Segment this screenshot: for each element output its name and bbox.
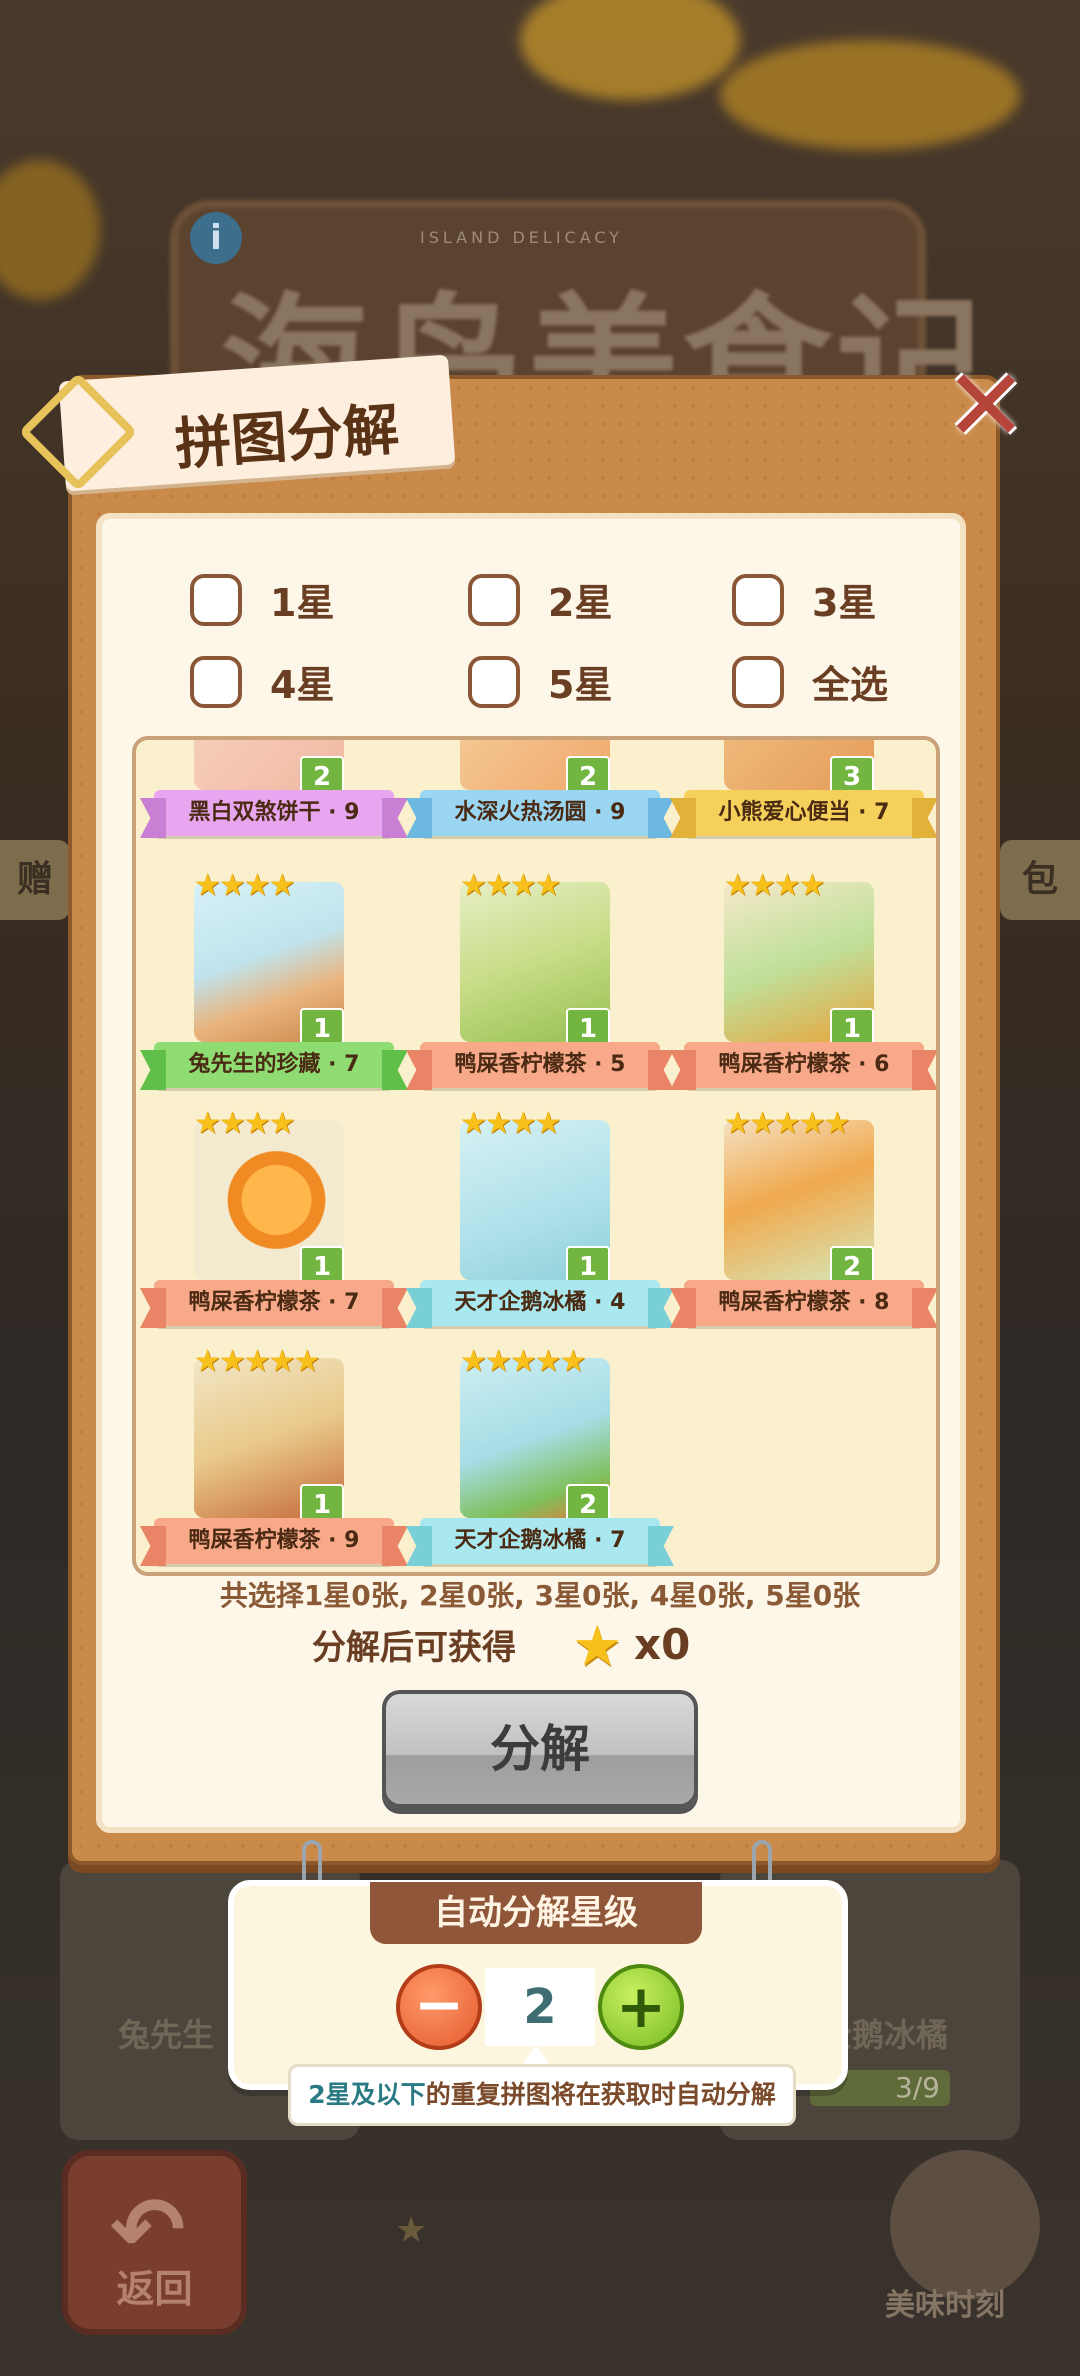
star-rating: ★★★★★ [194, 1344, 320, 1379]
tip-highlight: 2星及以下 [308, 2080, 426, 2109]
card-name-ribbon: 水深火热汤圆 · 9 [420, 790, 660, 836]
card-name-ribbon: 兔先生的珍藏 · 7 [154, 1042, 394, 1088]
filter-label: 1星 [270, 581, 335, 625]
close-icon[interactable]: ✕ [944, 356, 1028, 456]
back-button[interactable]: ↶ 返回 [62, 2150, 247, 2335]
filter-3-star[interactable]: 3星 [732, 572, 876, 627]
filter-select-all[interactable]: 全选 [732, 654, 888, 709]
card-name-ribbon: 黑白双煞饼干 · 9 [154, 790, 394, 836]
puzzle-card[interactable]: 3 小熊爱心便当 · 7 [676, 740, 932, 840]
checkbox[interactable] [190, 655, 242, 708]
card-name-ribbon: 鸭屎香柠檬茶 · 5 [420, 1042, 660, 1088]
star-icon: ★ [572, 1614, 623, 1679]
card-name-ribbon: 天才企鹅冰橘 · 7 [420, 1518, 660, 1564]
card-name-ribbon: 小熊爱心便当 · 7 [684, 790, 924, 836]
pack-tab[interactable]: 包 [1000, 840, 1080, 920]
checkbox[interactable] [732, 655, 784, 708]
puzzle-card[interactable]: ★★★★ 1 鸭屎香柠檬茶 · 5 [412, 862, 668, 1092]
puzzle-card[interactable]: ★★★★★ 1 鸭屎香柠檬茶 · 9 [146, 1338, 402, 1568]
puzzle-card[interactable]: ★★★★★ 2 鸭屎香柠檬茶 · 8 [676, 1100, 932, 1330]
filter-2-star[interactable]: 2星 [468, 572, 612, 627]
card-name-ribbon: 鸭屎香柠檬茶 · 8 [684, 1280, 924, 1326]
star-icon: ★ [395, 2210, 428, 2251]
checkbox[interactable] [732, 573, 784, 626]
filter-5-star[interactable]: 5星 [468, 654, 612, 709]
decompose-button[interactable]: 分解 [382, 1690, 698, 1808]
selection-summary: 共选择1星0张, 2星0张, 3星0张, 4星0张, 5星0张 [219, 1579, 861, 1612]
card-name-ribbon: 鸭屎香柠檬茶 · 6 [684, 1042, 924, 1088]
puzzle-card[interactable]: ★★★★★ 2 天才企鹅冰橘 · 7 [412, 1338, 668, 1568]
filter-label: 全选 [812, 663, 889, 707]
star-rating: ★★★★★ [724, 1106, 850, 1141]
filter-label: 2星 [548, 581, 613, 625]
puzzle-card[interactable]: ★★★★ 1 兔先生的珍藏 · 7 [146, 862, 402, 1092]
puzzle-card[interactable]: ★★★★ 1 鸭屎香柠檬茶 · 6 [676, 862, 932, 1092]
info-icon[interactable]: i [190, 212, 242, 264]
auto-decompose-title: 自动分解星级 [370, 1882, 702, 1944]
filter-1-star[interactable]: 1星 [190, 572, 334, 627]
star-rating: ★★★★ [194, 868, 296, 903]
blossom-decoration [720, 40, 1020, 150]
filter-label: 3星 [812, 581, 877, 625]
back-label: 返回 [116, 2267, 193, 2311]
star-rating: ★★★★ [724, 868, 826, 903]
background-card-label: 兔先生 [118, 2016, 215, 2054]
puzzle-card-grid: 2 黑白双煞饼干 · 9 2 水深火热汤圆 · 9 3 小熊爱心便当 · 7 ★… [132, 736, 940, 1576]
star-level-value: 2 [485, 1968, 595, 2046]
decrease-button[interactable]: − [396, 1964, 482, 2050]
blossom-decoration [520, 0, 740, 100]
tooltip-arrow [522, 2045, 550, 2065]
card-name-ribbon: 天才企鹅冰橘 · 4 [420, 1280, 660, 1326]
checkbox[interactable] [190, 573, 242, 626]
increase-button[interactable]: + [598, 1964, 684, 2050]
star-rating: ★★★★★ [460, 1344, 586, 1379]
puzzle-card[interactable]: 2 黑白双煞饼干 · 9 [146, 740, 402, 840]
puzzle-card[interactable]: 2 水深火热汤圆 · 9 [412, 740, 668, 840]
auto-decompose-tip: 2星及以下的重复拼图将在获取时自动分解 [288, 2064, 796, 2126]
star-rating: ★★★★ [194, 1106, 296, 1141]
card-name-ribbon: 鸭屎香柠檬茶 · 9 [154, 1518, 394, 1564]
puzzle-card[interactable]: ★★★★ 1 天才企鹅冰橘 · 4 [412, 1100, 668, 1330]
dialog-title: 拼图分解 [173, 397, 402, 478]
filter-label: 4星 [270, 663, 335, 707]
checkbox[interactable] [468, 573, 520, 626]
card-name-ribbon: 鸭屎香柠檬茶 · 7 [154, 1280, 394, 1326]
deco-label: 美味时刻 [885, 2288, 1005, 2323]
gain-count: x0 [634, 1620, 691, 1669]
gain-label: 分解后可获得 [312, 1628, 516, 1668]
filter-label: 5星 [548, 663, 613, 707]
filter-4-star[interactable]: 4星 [190, 654, 334, 709]
star-rating: ★★★★ [460, 1106, 562, 1141]
tip-text: 的重复拼图将在获取时自动分解 [425, 2080, 776, 2109]
hamster-cake-icon [890, 2150, 1040, 2300]
gift-tab[interactable]: 赠 [0, 840, 70, 920]
star-rating: ★★★★ [460, 868, 562, 903]
puzzle-card[interactable]: ★★★★ 1 鸭屎香柠檬茶 · 7 [146, 1100, 402, 1330]
blossom-decoration [0, 160, 100, 300]
checkbox[interactable] [468, 655, 520, 708]
